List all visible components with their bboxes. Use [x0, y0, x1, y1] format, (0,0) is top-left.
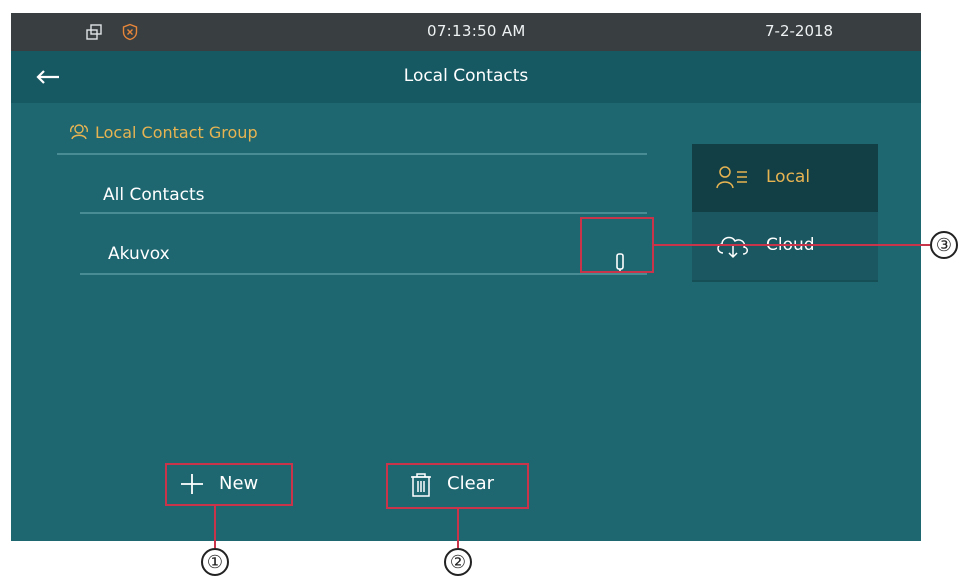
list-item-label: All Contacts — [103, 185, 205, 205]
shield-icon — [121, 23, 139, 41]
divider — [80, 212, 647, 214]
group-header: Local Contact Group — [69, 123, 258, 145]
page-title: Local Contacts — [403, 66, 529, 86]
callout-2-marker: ② — [444, 548, 472, 576]
callout-1-number: ① — [206, 551, 224, 573]
side-item-label: Local — [766, 167, 811, 187]
window-icon — [85, 23, 103, 41]
callout-box-2 — [386, 463, 529, 509]
side-item-cloud[interactable]: Cloud — [692, 212, 878, 280]
callout-line-1 — [214, 506, 216, 548]
callout-line-2 — [457, 509, 459, 548]
source-menu: Local Cloud — [692, 144, 878, 282]
callout-box-3 — [580, 217, 654, 273]
status-time: 07:13:50 AM — [427, 22, 526, 40]
side-item-local[interactable]: Local — [692, 144, 878, 212]
callout-3-marker: ③ — [930, 231, 958, 259]
list-item-label: Akuvox — [108, 244, 170, 264]
cloud-icon — [714, 232, 752, 264]
local-contacts-icon — [714, 164, 750, 196]
callout-2-number: ② — [449, 551, 467, 573]
list-item-akuvox[interactable]: Akuvox — [108, 244, 170, 264]
callout-line-3 — [654, 244, 930, 246]
callout-box-1 — [165, 463, 293, 506]
divider — [80, 273, 647, 275]
contacts-group-icon — [69, 123, 89, 145]
callout-1-marker: ① — [201, 548, 229, 576]
status-date: 7-2-2018 — [765, 22, 834, 40]
callout-3-number: ③ — [935, 234, 953, 256]
status-bar: 07:13:50 AM 7-2-2018 — [11, 13, 921, 51]
group-title-label: Local Contact Group — [95, 123, 258, 142]
title-bar: Local Contacts — [11, 51, 921, 103]
list-item-all-contacts[interactable]: All Contacts — [103, 185, 204, 205]
divider — [57, 153, 647, 155]
device-screen: 07:13:50 AM 7-2-2018 Local Contacts Loca… — [11, 13, 921, 541]
